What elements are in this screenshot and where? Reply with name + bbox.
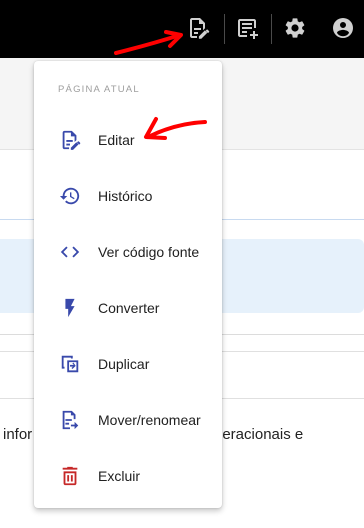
edit-document-icon — [59, 129, 81, 151]
menu-item-label: Excluir — [98, 468, 141, 484]
menu-item-history[interactable]: Histórico — [34, 168, 222, 224]
edit-document-icon — [190, 18, 210, 39]
settings-button[interactable] — [282, 15, 308, 41]
lightning-bolt-icon — [59, 297, 81, 319]
menu-item-label: Editar — [98, 132, 135, 148]
menu-item-move-rename[interactable]: Mover/renomear — [34, 392, 222, 448]
trash-icon — [59, 465, 81, 487]
move-rename-icon — [59, 409, 81, 431]
code-icon — [59, 241, 81, 263]
menu-item-delete[interactable]: Excluir — [34, 448, 222, 504]
menu-item-label: Histórico — [98, 188, 153, 204]
history-icon — [59, 185, 81, 207]
duplicate-icon — [59, 353, 81, 375]
account-button[interactable] — [330, 15, 356, 41]
menu-section-header: PÁGINA ATUAL — [58, 84, 140, 95]
account-icon — [333, 18, 353, 38]
page-actions-menu: PÁGINA ATUAL Editar Histórico Ver código… — [34, 61, 222, 508]
menu-item-label: Duplicar — [98, 356, 150, 372]
menu-item-edit[interactable]: Editar — [34, 112, 222, 168]
body-text-fragment: infor — [3, 426, 33, 443]
body-text-fragment: peracionais e — [214, 426, 304, 443]
note-add-icon — [238, 19, 258, 39]
menu-item-duplicate[interactable]: Duplicar — [34, 336, 222, 392]
toolbar-divider — [224, 14, 225, 44]
menu-item-convert[interactable]: Converter — [34, 280, 222, 336]
toolbar-divider — [271, 14, 272, 44]
menu-item-view-source[interactable]: Ver código fonte — [34, 224, 222, 280]
menu-item-label: Ver código fonte — [98, 244, 200, 260]
menu-item-label: Mover/renomear — [98, 412, 201, 428]
gear-icon — [285, 18, 305, 38]
top-app-bar — [0, 0, 364, 58]
menu-item-label: Converter — [98, 300, 160, 316]
edit-page-button[interactable] — [185, 15, 211, 41]
new-page-button[interactable] — [234, 15, 260, 41]
